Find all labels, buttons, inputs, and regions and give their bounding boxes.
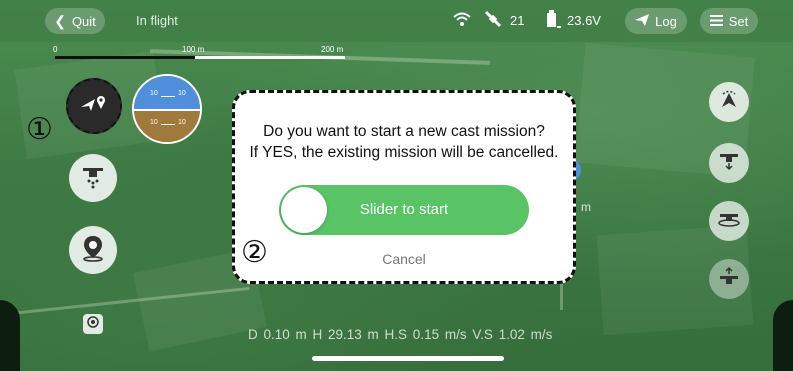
menu-icon bbox=[709, 14, 723, 29]
satellite-count: 21 bbox=[510, 13, 525, 28]
location-button[interactable] bbox=[69, 226, 117, 274]
wifi-icon bbox=[452, 10, 472, 33]
attitude-indicator: 10 10 10 10 bbox=[132, 74, 202, 144]
scale-tick: 100 m bbox=[182, 45, 205, 54]
spray-drone-button[interactable] bbox=[69, 154, 117, 202]
locate-button[interactable] bbox=[83, 314, 103, 334]
drone-up-icon bbox=[718, 266, 740, 293]
attitude-sky bbox=[134, 76, 200, 109]
telemetry-readout: D 0.10 m H 29.13 m H.S 0.15 m/s V.S 1.02… bbox=[248, 327, 553, 342]
drone-up-button[interactable] bbox=[709, 259, 749, 299]
flight-status: In flight bbox=[136, 13, 178, 28]
quit-label: Quit bbox=[71, 13, 96, 29]
annotation-marker-1: ① bbox=[26, 112, 53, 147]
drone-land-button[interactable] bbox=[709, 143, 749, 183]
drone-down-icon bbox=[718, 150, 740, 177]
pitch-label: 10 bbox=[150, 119, 158, 126]
drone-hover-icon bbox=[717, 208, 741, 235]
annotation-marker-2: ② bbox=[241, 235, 268, 270]
pitch-line bbox=[161, 124, 175, 125]
dialog-message-line: If YES, the existing mission will be can… bbox=[249, 144, 559, 161]
plane-location-icon bbox=[79, 93, 109, 120]
battery-icon bbox=[544, 9, 562, 34]
log-label: Log bbox=[655, 13, 677, 29]
takeoff-icon bbox=[718, 89, 740, 116]
settings-button[interactable]: Set bbox=[700, 8, 758, 34]
home-indicator[interactable] bbox=[312, 356, 504, 361]
screen-corner bbox=[773, 300, 793, 371]
pitch-label: 10 bbox=[178, 90, 186, 97]
quit-button[interactable]: ❮ Quit bbox=[45, 8, 105, 34]
scale-segment bbox=[195, 56, 345, 59]
slider-knob[interactable] bbox=[281, 187, 327, 233]
mission-mode-button[interactable] bbox=[66, 78, 122, 134]
map-scale: 0 100 m 200 m bbox=[53, 45, 345, 59]
pitch-label: 10 bbox=[150, 90, 158, 97]
send-icon bbox=[635, 13, 650, 29]
drone-spray-icon bbox=[80, 163, 106, 194]
confirm-mission-dialog: Do you want to start a new cast mission?… bbox=[232, 90, 576, 284]
cancel-button[interactable]: Cancel bbox=[235, 251, 573, 267]
scale-tick: 200 m bbox=[321, 45, 344, 54]
settings-label: Set bbox=[728, 13, 749, 29]
satellite-icon bbox=[483, 10, 503, 33]
chevron-left-icon: ❮ bbox=[54, 12, 66, 29]
battery-voltage: 23.6V bbox=[567, 13, 601, 28]
log-button[interactable]: Log bbox=[625, 8, 687, 34]
map-distance-unit: m bbox=[581, 200, 591, 214]
scale-segment bbox=[55, 56, 195, 59]
map-pin-icon bbox=[80, 234, 106, 267]
target-icon bbox=[86, 315, 100, 334]
attitude-ground bbox=[134, 109, 200, 142]
top-bar: ❮ Quit In flight 21 23.6V Log Set bbox=[0, 0, 793, 42]
screen-corner bbox=[0, 300, 20, 371]
scale-tick: 0 bbox=[53, 45, 58, 54]
hover-button[interactable] bbox=[709, 201, 749, 241]
pitch-line bbox=[161, 96, 175, 97]
attitude-horizon bbox=[134, 109, 200, 111]
pitch-label: 10 bbox=[178, 119, 186, 126]
dialog-message: Do you want to start a new cast mission?… bbox=[235, 121, 573, 163]
dialog-message-line: Do you want to start a new cast mission? bbox=[263, 123, 545, 140]
start-slider[interactable]: Slider to start bbox=[279, 185, 529, 235]
takeoff-button[interactable] bbox=[709, 82, 749, 122]
